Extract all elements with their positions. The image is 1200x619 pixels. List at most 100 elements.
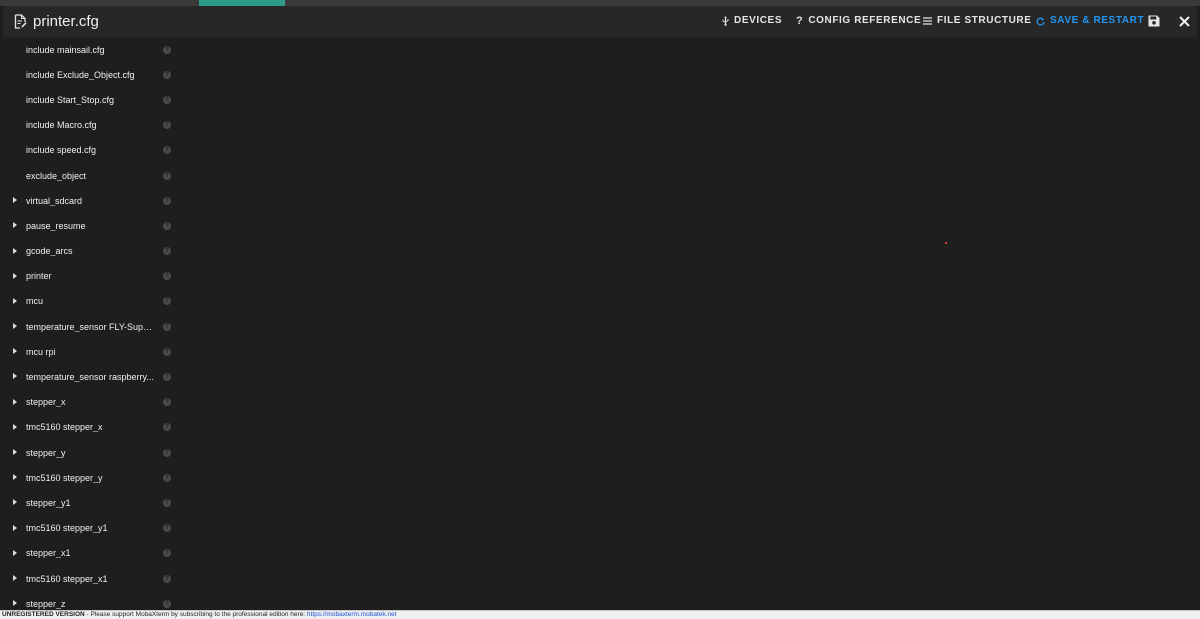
sidebar-scrollbar[interactable] [183,37,370,610]
help-icon[interactable]: ? [163,121,171,130]
chevron-right-icon[interactable] [13,474,17,481]
config-reference-button[interactable]: ? CONFIG REFERENCE [796,15,921,27]
sidebar-item[interactable]: include Macro.cfg? [3,113,183,138]
sidebar-item[interactable]: tmc5160 stepper_y? [3,465,183,490]
file-edit-icon [14,14,27,29]
help-icon[interactable]: ? [163,549,171,558]
mobaxterm-link[interactable]: https://mobaxterm.mobatek.net [307,611,397,618]
help-icon[interactable]: ? [163,70,171,79]
sidebar-item-label: temperature_sensor raspberry... [26,372,154,383]
file-structure-button[interactable]: FILE STRUCTURE [923,15,1032,27]
help-icon[interactable]: ? [163,322,171,331]
sidebar-item[interactable]: stepper_x? [3,390,183,415]
help-icon[interactable]: ? [163,524,171,533]
chevron-right-icon[interactable] [13,197,17,204]
help-icon[interactable]: ? [163,247,171,256]
chevron-right-icon[interactable] [13,247,17,254]
chevron-right-icon[interactable] [13,297,17,304]
sidebar-item[interactable]: tmc5160 stepper_x1? [3,566,183,591]
help-icon[interactable]: ? [163,473,171,482]
chevron-right-icon[interactable] [13,449,17,455]
chevron-right-icon[interactable] [13,348,17,355]
sidebar-item[interactable]: mcu? [3,289,183,314]
help-icon[interactable]: ? [163,373,171,382]
sidebar-item[interactable]: virtual_sdcard? [3,188,183,213]
help-icon[interactable]: ? [163,347,171,356]
sidebar-item[interactable]: exclude_object? [3,163,183,188]
file-structure-sidebar: include mainsail.cfg? include Exclude_Obj… [3,37,183,610]
chevron-right-icon[interactable] [13,222,17,229]
chevron-right-icon[interactable] [13,423,17,430]
sidebar-item-label: tmc5160 stepper_x1 [26,573,108,584]
cursor-marker [945,242,947,244]
sidebar-item-label: tmc5160 stepper_y [26,472,103,483]
chevron-right-icon[interactable] [13,499,17,506]
config-reference-label: CONFIG REFERENCE [808,15,922,26]
sidebar-item-label: tmc5160 stepper_y1 [26,523,108,534]
file-structure-label: FILE STRUCTURE [937,15,1032,26]
help-icon[interactable]: ? [163,498,171,507]
sidebar-item[interactable]: temperature_sensor FLY-Super8? [3,314,183,339]
sidebar-item[interactable]: tmc5160 stepper_y1? [3,516,183,541]
sidebar-item-label: stepper_y [26,447,66,458]
sidebar-item[interactable]: tmc5160 stepper_x? [3,415,183,440]
save-button[interactable] [1148,14,1160,32]
chevron-right-icon[interactable] [13,272,17,279]
help-icon[interactable]: ? [163,297,171,306]
chevron-right-icon[interactable] [13,549,17,556]
sidebar-item[interactable]: include mainsail.cfg? [3,37,183,62]
sidebar-item[interactable]: pause_resume? [3,213,183,238]
help-icon[interactable]: ? [163,599,171,608]
sidebar-item-label: include Macro.cfg [26,120,97,131]
floppy-disk-icon [1148,14,1160,32]
sidebar-item-label: mcu rpi [26,346,56,357]
help-icon[interactable]: ? [163,574,171,583]
sidebar-item[interactable]: printer? [3,264,183,289]
help-icon[interactable]: ? [163,95,171,104]
chevron-right-icon[interactable] [13,323,17,330]
usb-icon [722,16,729,26]
sidebar-item[interactable]: mcu rpi? [3,339,183,364]
list-icon [923,17,932,25]
sidebar-item-label: include Exclude_Object.cfg [26,69,135,80]
sidebar-item[interactable]: stepper_y? [3,440,183,465]
sidebar-item-label: stepper_z [26,598,66,609]
help-icon[interactable]: ? [163,448,171,457]
help-icon[interactable]: ? [163,171,171,180]
close-icon [1179,14,1190,32]
sidebar-item-label: gcode_arcs [26,246,73,257]
status-bar: UNREGISTERED VERSION - Please support Mo… [0,610,1200,619]
editor-title-area: printer.cfg [14,13,99,30]
sidebar-item[interactable]: include Exclude_Object.cfg? [3,62,183,87]
sidebar-item-label: include Start_Stop.cfg [26,94,115,105]
close-button[interactable] [1179,14,1190,32]
code-editor-area[interactable] [191,37,1197,610]
chevron-right-icon[interactable] [13,600,17,607]
sidebar-item[interactable]: include Start_Stop.cfg? [3,87,183,112]
chevron-right-icon[interactable] [13,373,17,380]
sidebar-item[interactable]: temperature_sensor raspberry...? [3,364,183,389]
chevron-right-icon[interactable] [13,398,17,405]
save-restart-button[interactable]: SAVE & RESTART [1036,15,1144,27]
help-icon[interactable]: ? [163,272,171,281]
devices-button[interactable]: DEVICES [722,15,782,27]
sidebar-item-label: virtual_sdcard [26,195,83,206]
sidebar-item[interactable]: stepper_z? [3,591,183,610]
help-icon[interactable]: ? [163,398,171,407]
save-restart-label: SAVE & RESTART [1050,15,1145,26]
help-icon[interactable]: ? [163,221,171,230]
sidebar-item-label: include speed.cfg [26,145,97,156]
sidebar-item[interactable]: stepper_x1? [3,541,183,566]
help-icon[interactable]: ? [163,196,171,205]
sidebar-item-label: stepper_x [26,397,66,408]
help-icon[interactable]: ? [163,45,171,54]
sidebar-item[interactable]: include speed.cfg? [3,138,183,163]
chevron-right-icon[interactable] [13,574,17,581]
help-icon[interactable]: ? [163,423,171,432]
sidebar-item-label: exclude_object [26,170,87,181]
help-icon[interactable]: ? [163,146,171,155]
sidebar-item[interactable]: gcode_arcs? [3,239,183,264]
chevron-right-icon[interactable] [13,524,17,531]
sidebar-item-label: mcu [26,296,44,307]
sidebar-item[interactable]: stepper_y1? [3,490,183,515]
